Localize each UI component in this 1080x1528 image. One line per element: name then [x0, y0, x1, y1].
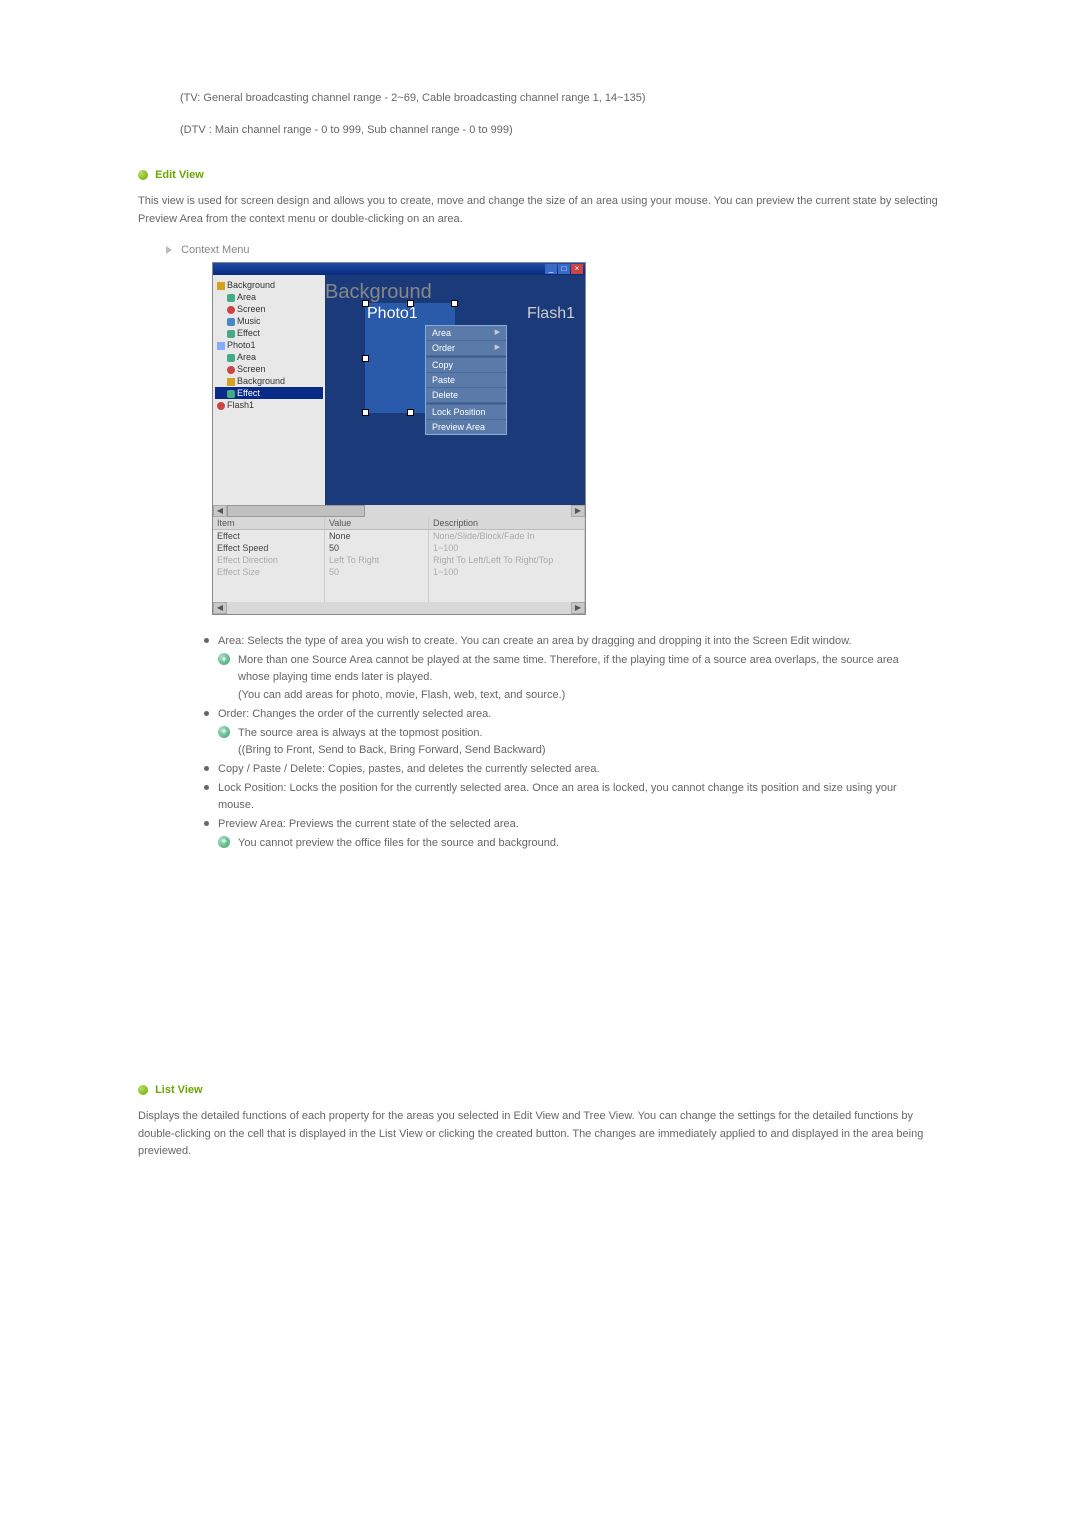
- window-titlebar: _ □ ×: [213, 263, 585, 275]
- context-menu-paste[interactable]: Paste: [426, 373, 506, 388]
- sub-note: + You cannot preview the office files fo…: [218, 835, 924, 852]
- canvas-scrollbar[interactable]: ◀ ▶: [213, 505, 585, 517]
- edit-view-heading: Edit View: [138, 169, 940, 181]
- close-button[interactable]: ×: [571, 264, 583, 274]
- col-desc: Description: [428, 517, 584, 530]
- intro-line-2: (DTV : Main channel range - 0 to 999, Su…: [180, 122, 940, 140]
- resize-handle[interactable]: [407, 409, 414, 416]
- tree-item-selected[interactable]: Effect: [215, 387, 323, 399]
- chevron-right-icon: ▶: [495, 343, 500, 353]
- tree-view-panel: Background Area Screen Music Effect Phot…: [213, 275, 325, 505]
- col-item: Item: [213, 517, 324, 530]
- tree-item[interactable]: Effect: [215, 327, 323, 339]
- canvas-background-label: Background: [325, 281, 432, 304]
- canvas-panel[interactable]: Background Flash1 Photo1 Area: [325, 275, 585, 505]
- context-menu-description-list: Area: Selects the type of area you wish …: [204, 633, 924, 852]
- resize-handle[interactable]: [362, 300, 369, 307]
- intro-line-1: (TV: General broadcasting channel range …: [180, 90, 940, 108]
- list-item-copy: Copy / Paste / Delete: Copies, pastes, a…: [204, 761, 924, 778]
- chevron-right-icon: ▶: [495, 328, 500, 338]
- resize-handle[interactable]: [451, 300, 458, 307]
- tree-item[interactable]: Music: [215, 315, 323, 327]
- context-menu-lock[interactable]: Lock Position: [426, 405, 506, 420]
- context-menu-delete[interactable]: Delete: [426, 388, 506, 403]
- tree-item[interactable]: Area: [215, 291, 323, 303]
- list-view-heading: List View: [138, 1084, 940, 1096]
- col-value: Value: [324, 517, 428, 530]
- minimize-button[interactable]: _: [545, 264, 557, 274]
- plus-circle-icon: +: [218, 726, 230, 738]
- tree-item[interactable]: Area: [215, 351, 323, 363]
- edit-view-body: This view is used for screen design and …: [138, 193, 940, 228]
- tree-item[interactable]: Photo1: [215, 339, 323, 351]
- scroll-left-button[interactable]: ◀: [213, 602, 227, 614]
- resize-handle[interactable]: [362, 355, 369, 362]
- list-item-lock: Lock Position: Locks the position for th…: [204, 780, 924, 814]
- plus-circle-icon: +: [218, 653, 230, 665]
- table-row[interactable]: Effect Direction Left To Right Right To …: [213, 554, 585, 566]
- tree-item[interactable]: Screen: [215, 303, 323, 315]
- screenshot-image: _ □ × Background Area Screen Music Effec…: [212, 262, 940, 615]
- list-item-area: Area: Selects the type of area you wish …: [204, 633, 924, 703]
- table-row[interactable]: Effect Size 50 1~100: [213, 566, 585, 578]
- intro-block: (TV: General broadcasting channel range …: [180, 90, 940, 139]
- list-item-order: Order: Changes the order of the currentl…: [204, 706, 924, 759]
- resize-handle[interactable]: [362, 409, 369, 416]
- resize-handle[interactable]: [407, 300, 414, 307]
- list-item-preview: Preview Area: Previews the current state…: [204, 816, 924, 852]
- triangle-bullet-icon: [166, 246, 172, 254]
- context-menu-copy[interactable]: Copy: [426, 358, 506, 373]
- scroll-right-button[interactable]: ▶: [571, 602, 585, 614]
- green-bullet-icon: [138, 1085, 148, 1095]
- tree-item[interactable]: Background: [215, 279, 323, 291]
- plus-circle-icon: +: [218, 836, 230, 848]
- tree-item[interactable]: Flash1: [215, 399, 323, 411]
- list-view-body: Displays the detailed functions of each …: [138, 1108, 940, 1161]
- scroll-thumb[interactable]: [227, 505, 365, 517]
- tree-item[interactable]: Background: [215, 375, 323, 387]
- context-menu-preview[interactable]: Preview Area: [426, 420, 506, 434]
- context-menu: Area▶ Order▶ Copy Paste Delete Lock Posi…: [425, 325, 507, 435]
- list-view-title: List View: [155, 1084, 202, 1096]
- context-menu-label: Context Menu: [166, 244, 940, 256]
- table-scrollbar[interactable]: ◀ ▶: [213, 602, 585, 614]
- context-menu-area[interactable]: Area▶: [426, 326, 506, 341]
- property-table: Item Value Description Effect None None/…: [213, 517, 585, 602]
- table-row[interactable]: Effect None None/Slide/Block/Fade In: [213, 530, 585, 543]
- sub-note: + More than one Source Area cannot be pl…: [218, 652, 924, 703]
- sub-note: + The source area is always at the topmo…: [218, 725, 924, 759]
- scroll-right-button[interactable]: ▶: [571, 505, 585, 517]
- context-menu-order[interactable]: Order▶: [426, 341, 506, 356]
- tree-item[interactable]: Screen: [215, 363, 323, 375]
- canvas-flash-label: Flash1: [527, 305, 575, 323]
- table-row[interactable]: Effect Speed 50 1~100: [213, 542, 585, 554]
- edit-view-title: Edit View: [155, 169, 204, 181]
- scroll-left-button[interactable]: ◀: [213, 505, 227, 517]
- maximize-button[interactable]: □: [558, 264, 570, 274]
- green-bullet-icon: [138, 170, 148, 180]
